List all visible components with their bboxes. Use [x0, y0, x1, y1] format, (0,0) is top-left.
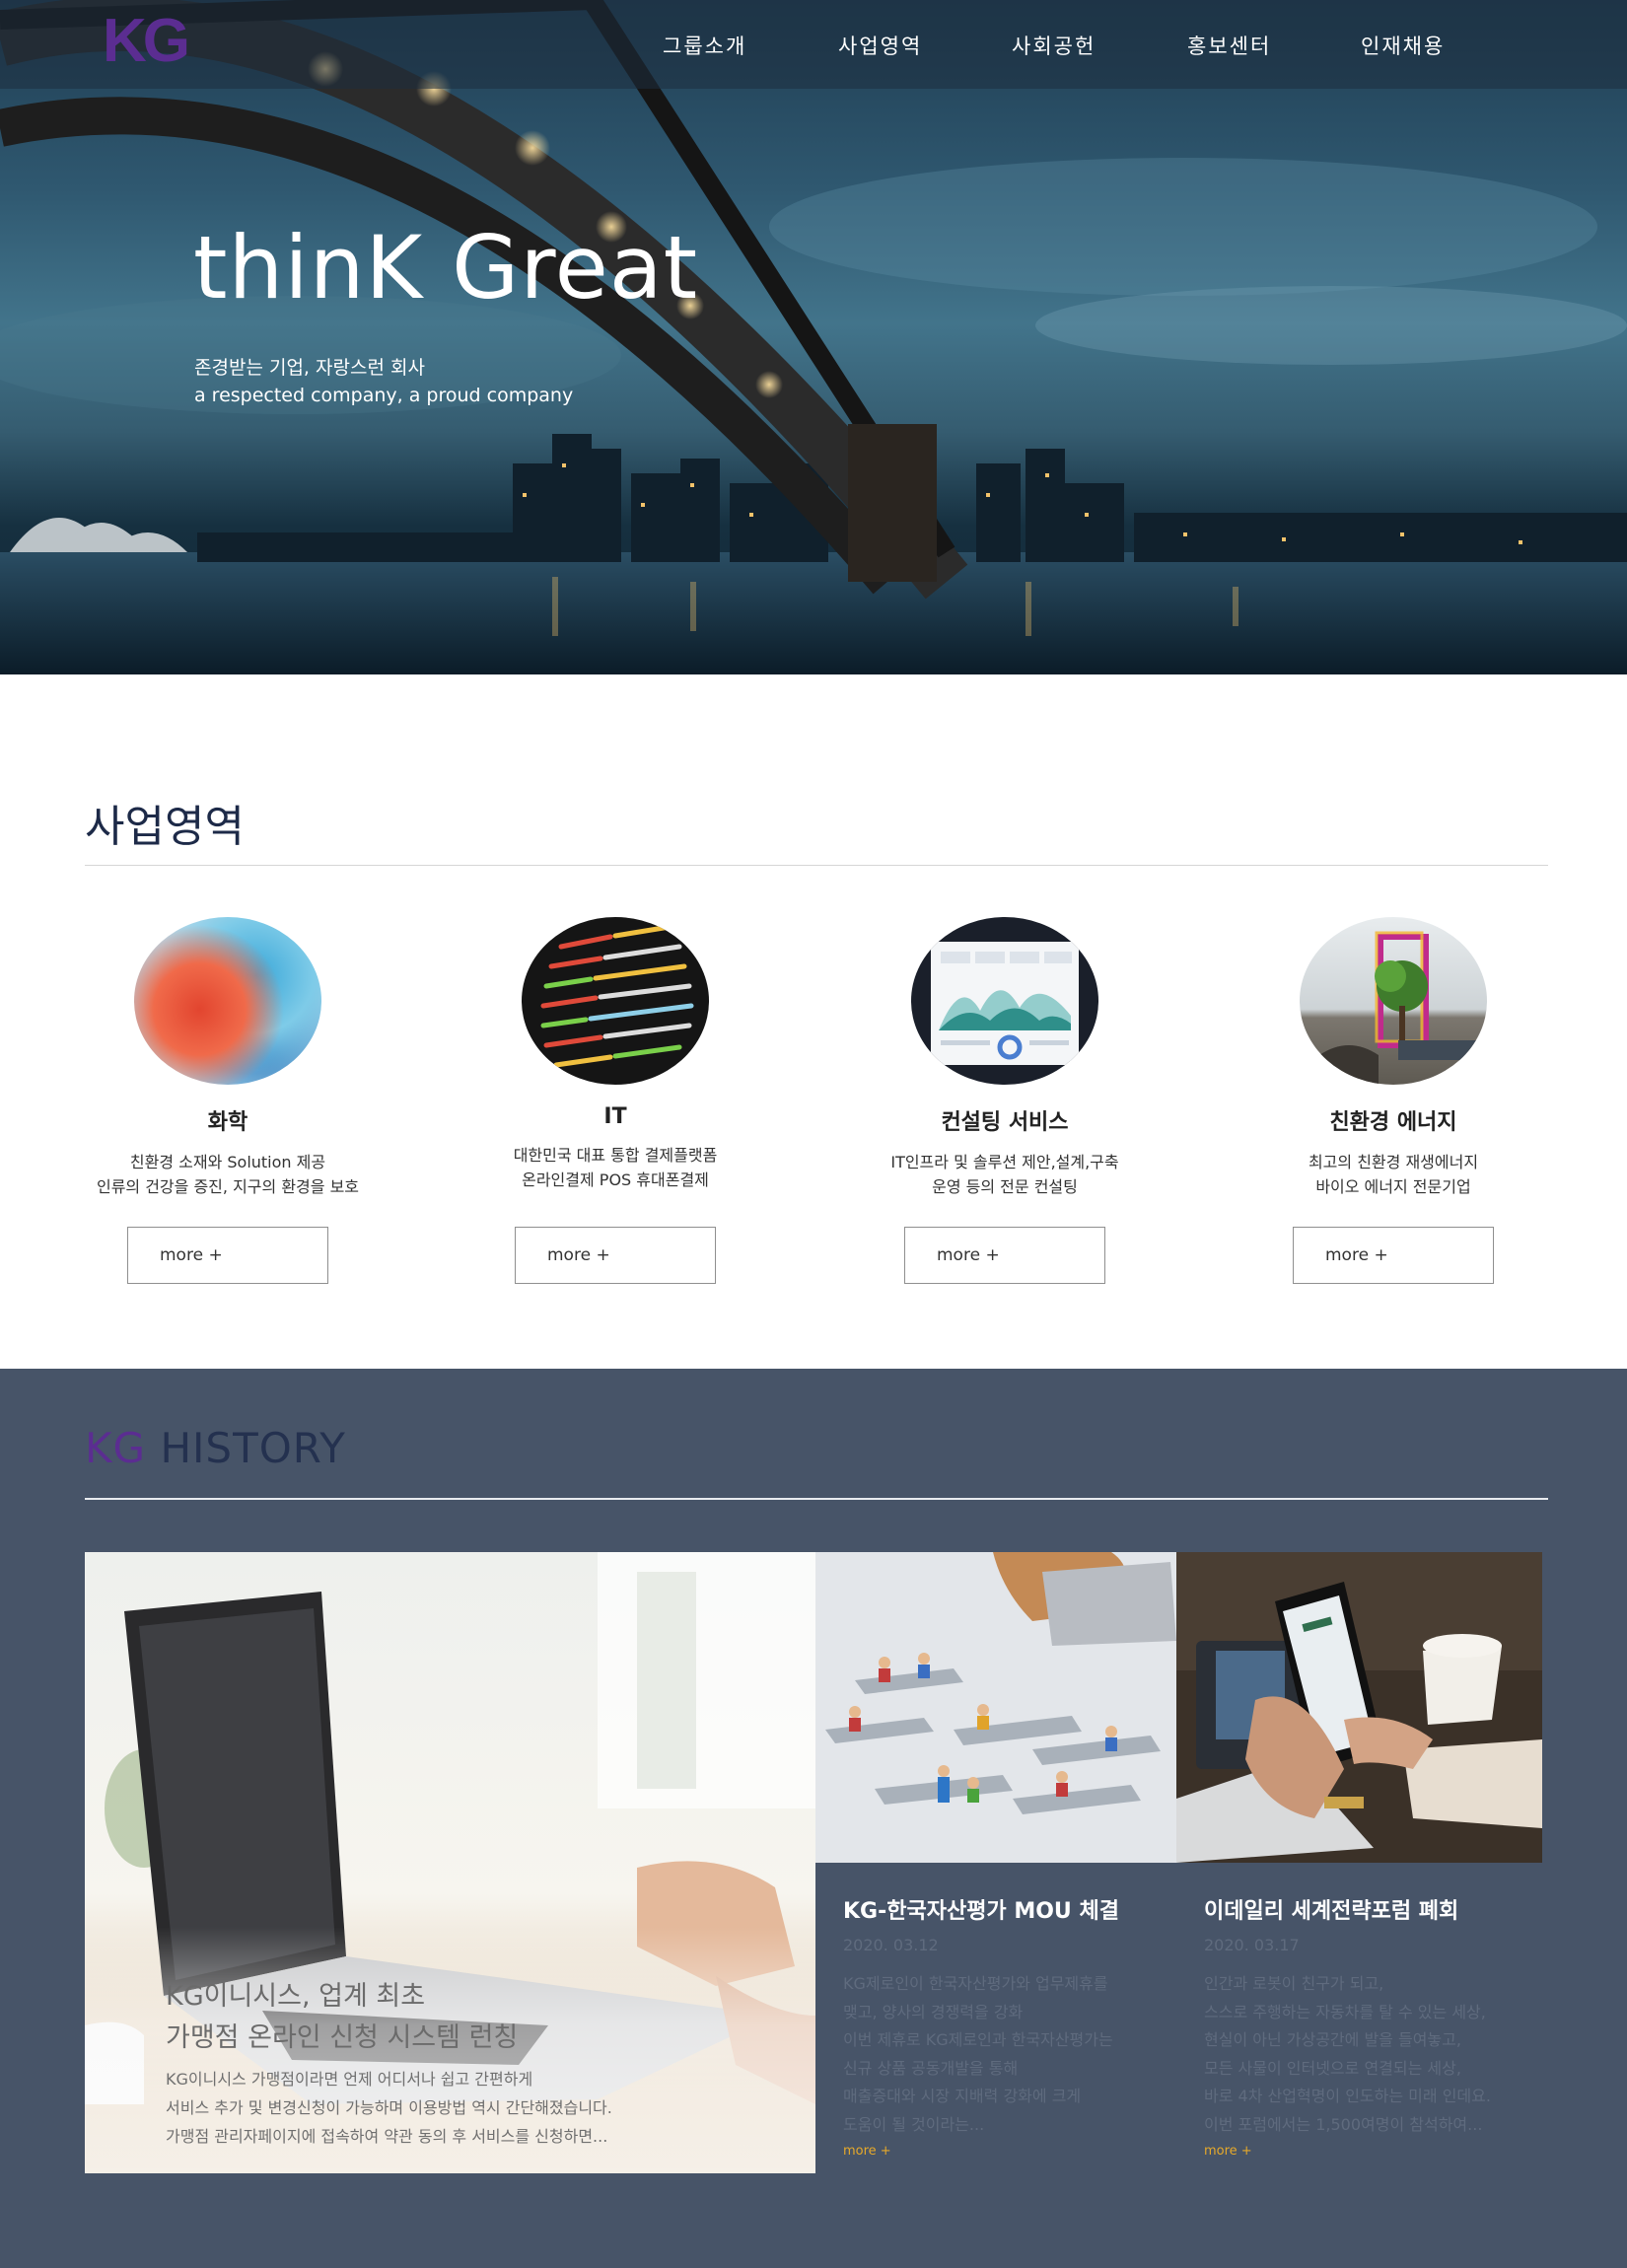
nav-item-pr-center[interactable]: 홍보센터 — [1187, 30, 1271, 63]
business-description: IT인프라 및 솔루션 제안,설계,구축 운영 등의 전문 컨설팅 — [890, 1153, 1119, 1196]
more-button[interactable]: more + — [127, 1227, 328, 1284]
figures-on-staples-graphic — [825, 1552, 1176, 1814]
business-name: 친환경 에너지 — [1329, 1110, 1457, 1135]
hero-title: thinK Great — [193, 217, 699, 319]
nav-item-social-contribution[interactable]: 사회공헌 — [1012, 30, 1096, 63]
top-navigation-bar: KG 그룹소개 사업영역 사회공헌 홍보센터 인재채용 — [0, 0, 1627, 89]
more-button[interactable]: more + — [904, 1227, 1105, 1284]
news-title[interactable]: KG-한국자산평가 MOU 체결 — [843, 1893, 1119, 1925]
more-button[interactable]: more + — [1293, 1227, 1494, 1284]
kg-logo[interactable]: KG — [103, 10, 211, 73]
hero-subtitle-english: a respected company, a proud company — [194, 385, 574, 406]
featured-body: KG이니시스 가맹점이라면 언제 어디서나 쉽고 간편하게 서비스 추가 및 변… — [166, 2070, 612, 2146]
news-card-forum[interactable]: 이데일리 세계전략포럼 폐회 2020. 03.17 인간과 로봇이 친구가 되… — [1176, 1552, 1542, 2173]
business-card-it: IT 대한민국 대표 통합 결제플랫폼 온라인결제 POS 휴대폰결제 more… — [467, 917, 763, 1292]
tree-in-frame-graphic — [1319, 931, 1477, 1085]
business-card-chemistry: 화학 친환경 소재와 Solution 제공 인류의 건강을 증진, 지구의 환… — [80, 917, 376, 1292]
news-date: 2020. 03.12 — [843, 1936, 939, 1954]
featured-headline: KG이니시스, 업계 최초 가맹점 온라인 신청 시스템 런칭 — [166, 1981, 519, 2053]
business-section-title: 사업영역 — [85, 802, 245, 852]
history-divider — [85, 1498, 1548, 1500]
business-description: 친환경 소재와 Solution 제공 인류의 건강을 증진, 지구의 환경을 … — [96, 1153, 360, 1196]
eco-energy-tree-image — [1300, 917, 1487, 1085]
history-section-title: KG HISTORY — [85, 1424, 346, 1472]
business-name: 컨설팅 서비스 — [941, 1110, 1069, 1135]
news-body: 인간과 로봇이 친구가 되고, 스스로 주행하는 자동차를 탈 수 있는 세상,… — [1204, 1974, 1491, 2134]
nav-item-recruitment[interactable]: 인재채용 — [1361, 30, 1445, 63]
miniature-figures-image — [815, 1552, 1176, 1863]
code-lines-graphic — [540, 924, 694, 1068]
nav-item-group-intro[interactable]: 그룹소개 — [663, 30, 746, 63]
it-code-screen-image — [522, 917, 709, 1085]
news-card-mou[interactable]: KG-한국자산평가 MOU 체결 2020. 03.12 KG제로인이 한국자산… — [815, 1552, 1176, 2173]
hero-banner: KG 그룹소개 사업영역 사회공헌 홍보센터 인재채용 thinK Great … — [0, 0, 1627, 674]
smartphone-payment-image — [1176, 1552, 1542, 1863]
business-name: 화학 — [207, 1110, 248, 1135]
history-title-kg: KG — [85, 1424, 147, 1472]
more-button[interactable]: more + — [515, 1227, 716, 1284]
news-body: KG제로인이 한국자산평가와 업무제휴를 맺고, 양사의 경쟁력을 강화 이번 … — [843, 1974, 1113, 2134]
history-section: KG HISTORY KG이니시스, 업계 최초 가맹점 온라인 신청 시스템 … — [0, 1369, 1627, 2268]
business-description: 최고의 친환경 재생에너지 바이오 에너지 전문기업 — [1308, 1153, 1479, 1196]
business-card-consulting: 컨설팅 서비스 IT인프라 및 솔루션 제안,설계,구축 운영 등의 전문 컨설… — [857, 917, 1153, 1292]
section-divider — [85, 865, 1548, 866]
history-title-text: HISTORY — [160, 1424, 346, 1472]
news-date: 2020. 03.17 — [1204, 1936, 1300, 1954]
featured-news-card[interactable]: KG이니시스, 업계 최초 가맹점 온라인 신청 시스템 런칭 KG이니시스 가… — [85, 1552, 815, 2173]
phone-in-hand-graphic — [1176, 1552, 1542, 1863]
nav-item-business[interactable]: 사업영역 — [838, 30, 922, 63]
business-card-eco-energy: 친환경 에너지 최고의 친환경 재생에너지 바이오 에너지 전문기업 more … — [1245, 917, 1541, 1292]
hero-subtitle-korean: 존경받는 기업, 자랑스런 회사 — [194, 357, 425, 379]
news-title[interactable]: 이데일리 세계전략포럼 폐회 — [1204, 1893, 1458, 1925]
news-more-link[interactable]: more + — [843, 2144, 891, 2159]
consulting-dashboard-image — [911, 917, 1098, 1085]
chemistry-ink-image — [134, 917, 321, 1085]
business-name: IT — [603, 1104, 627, 1129]
hero-bridge-cityscape-image — [0, 0, 1627, 674]
news-more-link[interactable]: more + — [1204, 2144, 1252, 2159]
business-description: 대한민국 대표 통합 결제플랫폼 온라인결제 POS 휴대폰결제 — [513, 1146, 718, 1189]
dashboard-chart-graphic — [931, 942, 1079, 1065]
